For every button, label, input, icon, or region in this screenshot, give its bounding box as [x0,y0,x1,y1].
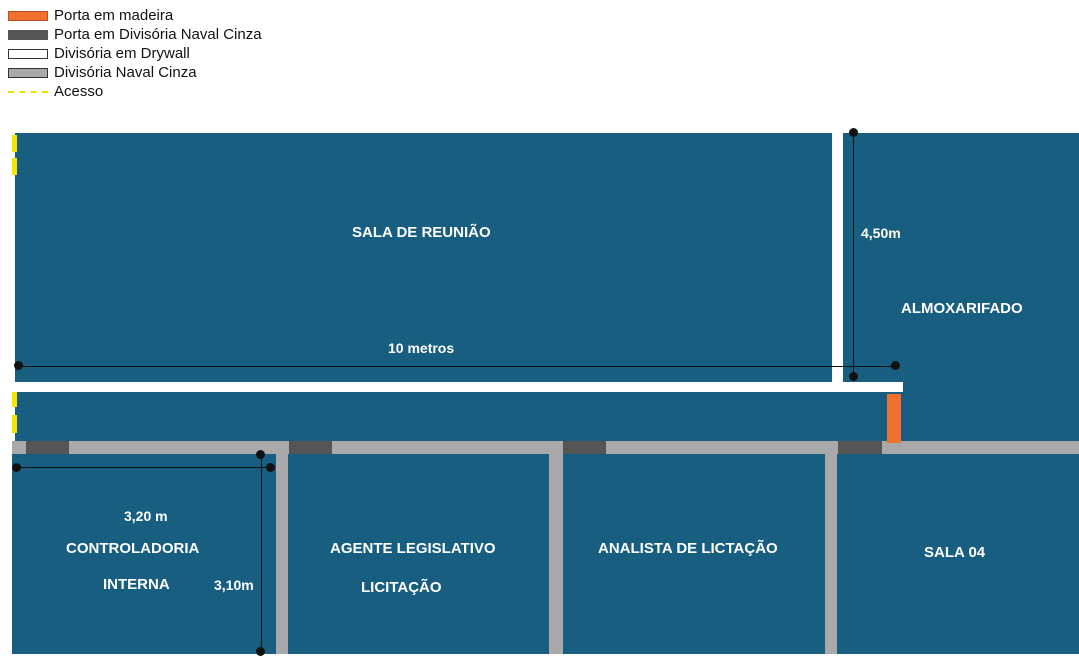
naval-door-controladoria [26,441,69,454]
dimension-dot [891,361,900,370]
dimension-dot [256,450,265,459]
corridor [15,392,902,441]
agente-label-line2: LICITAÇÃO [361,579,442,596]
dimension-dot [849,128,858,137]
wood-door-storage [887,394,901,443]
controladoria-label-line1: CONTROLADORIA [66,540,200,557]
naval-door-analista [563,441,606,454]
controladoria-height-label: 3,10m [214,577,254,593]
meeting-room-label: SALA DE REUNIÃO [352,224,491,241]
naval-door-agente [289,441,332,454]
drywall-wall-horizontal [30,382,903,392]
dimension-dot [256,647,265,656]
access-marker [12,158,17,175]
floor-plan: SALA DE REUNIÃO ALMOXARIFADO CONTROLADOR… [0,0,1079,656]
dimension-line-controladoria-height [261,455,262,654]
dimension-dot [849,372,858,381]
naval-partition-horizontal [12,441,1079,454]
naval-door-sala04 [838,441,882,454]
controladoria-width-label: 3,20 m [124,508,168,524]
sala04-label: SALA 04 [924,544,986,561]
access-marker [12,135,17,152]
dimension-line-meeting-width [19,366,896,367]
dimension-dot [266,463,275,472]
drywall-wall-vertical [832,133,843,392]
controladoria-label-line2: INTERNA [103,576,170,593]
storage-height-label: 4,50m [861,225,901,241]
dimension-dot [14,361,23,370]
access-marker [12,415,17,433]
analista-label: ANALISTA DE LICTAÇÃO [598,540,778,557]
naval-partition-vertical-2 [549,454,563,654]
dimension-line-storage-height [853,133,854,377]
access-marker [12,392,17,407]
storage-room-label: ALMOXARIFADO [901,300,1023,317]
dimension-line-controladoria-width [16,467,272,468]
meeting-width-label: 10 metros [388,340,455,356]
naval-partition-vertical-3 [825,454,837,654]
naval-partition-vertical-1 [276,454,288,654]
dimension-dot [12,463,21,472]
agente-label-line1: AGENTE LEGISLATIVO [330,540,496,557]
